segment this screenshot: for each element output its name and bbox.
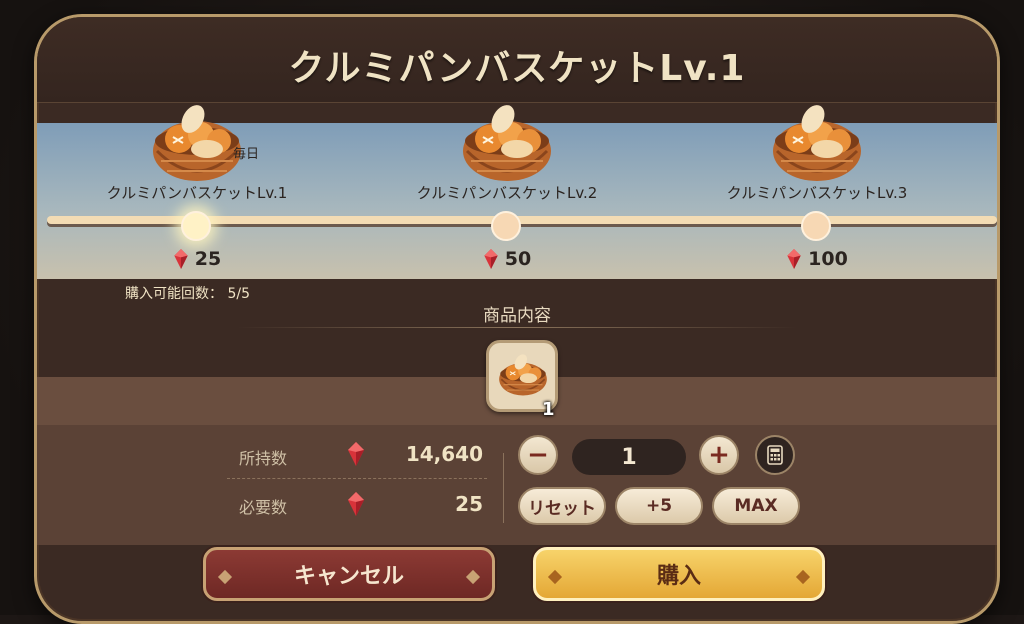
required-label: 必要数 <box>239 498 288 517</box>
buy-button[interactable]: 購入 <box>533 547 825 601</box>
max-button[interactable]: MAX <box>712 487 800 525</box>
required-value: 25 <box>455 492 483 516</box>
bread-basket-icon <box>461 105 553 183</box>
increase-button[interactable]: + <box>699 435 739 475</box>
divider <box>237 327 797 328</box>
tier-price: 25 <box>77 248 317 270</box>
bread-basket-icon <box>771 105 863 183</box>
content-item-quantity: 1 <box>542 399 555 420</box>
decrease-button[interactable]: − <box>518 435 558 475</box>
red-gem-icon <box>484 249 498 269</box>
tier-name: クルミパンバスケットLv.2 <box>416 184 598 202</box>
owned-value: 14,640 <box>405 442 483 466</box>
ornament <box>465 569 481 585</box>
red-gem-icon <box>787 249 801 269</box>
red-gem-icon <box>174 249 188 269</box>
owned-label: 所持数 <box>239 449 288 468</box>
tier-name: クルミパンバスケットLv.1 <box>106 184 288 202</box>
bread-basket-icon <box>151 105 243 183</box>
tier-price: 50 <box>387 248 627 270</box>
ornament <box>217 569 233 585</box>
ornament <box>547 569 563 585</box>
tier-name: クルミパンバスケットLv.3 <box>726 184 908 202</box>
purchase-limit: 購入可能回数： 5/5 <box>125 286 250 302</box>
tier-node <box>801 211 831 241</box>
dialog-header: クルミパンバスケットLv.1 <box>37 17 997 103</box>
shop-purchase-dialog: クルミパンバスケットLv.1 毎日 クルミパンバスケットLv.1 25 クルミパ… <box>34 14 1000 624</box>
tier-price-value: 25 <box>194 248 222 270</box>
buy-button-label: 購入 <box>656 564 701 589</box>
tier-price-value: 50 <box>504 248 532 270</box>
bread-basket-icon <box>498 353 548 397</box>
calculator-icon <box>767 445 783 465</box>
quantity-field[interactable]: 1 <box>572 439 686 475</box>
daily-tag: 毎日 <box>233 147 260 162</box>
tier-price: 100 <box>697 248 937 270</box>
panel-separator <box>503 453 504 523</box>
calculator-button[interactable] <box>755 435 795 475</box>
tier-node-active <box>181 211 211 241</box>
dialog-title: クルミパンバスケットLv.1 <box>288 48 746 89</box>
contents-label: 商品内容 <box>483 306 551 326</box>
quantity-panel <box>37 425 997 545</box>
plus5-button[interactable]: +5 <box>615 487 703 525</box>
stats-divider <box>227 478 487 479</box>
cancel-button-label: キャンセル <box>293 564 404 589</box>
tier-node <box>491 211 521 241</box>
reset-button[interactable]: リセット <box>518 487 606 525</box>
cancel-button[interactable]: キャンセル <box>203 547 495 601</box>
tier-price-value: 100 <box>808 248 848 270</box>
ornament <box>795 569 811 585</box>
